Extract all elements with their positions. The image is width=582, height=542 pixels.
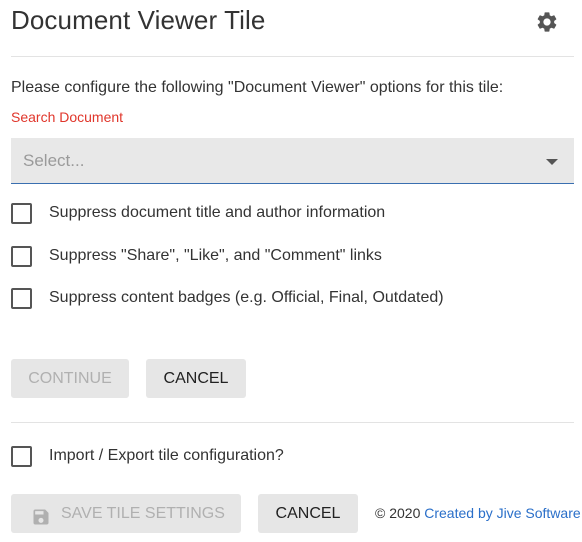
option-label: Suppress content badges (e.g. Official, … [49,289,444,306]
jive-software-link[interactable]: Created by Jive Software [424,505,580,521]
dropdown-arrow-icon[interactable] [546,159,558,165]
select-placeholder: Select... [23,151,85,170]
cancel-button[interactable]: CANCEL [146,359,246,398]
gear-icon[interactable] [535,10,559,34]
footer-credit: © 2020 Created by Jive Software [375,505,581,521]
option-suppress-social-links[interactable]: Suppress "Share", "Like", and "Comment" … [11,246,411,268]
import-export-option[interactable]: Import / Export tile configuration? [11,446,311,468]
option-suppress-content-badges[interactable]: Suppress content badges (e.g. Official, … [11,288,451,310]
section-divider [11,422,574,423]
instructions-text: Please configure the following "Document… [11,79,504,96]
import-export-label: Import / Export tile configuration? [49,447,284,464]
search-document-label: Search Document [11,109,124,125]
tile-header: Document Viewer Tile [11,0,574,57]
footer-cancel-button[interactable]: CANCEL [258,494,358,533]
save-tile-settings-button[interactable]: SAVE TILE SETTINGS [11,494,241,533]
suppress-title-author-checkbox[interactable] [11,203,32,224]
page-title: Document Viewer Tile [11,5,266,35]
option-label: Suppress "Share", "Like", and "Comment" … [49,247,382,264]
option-label: Suppress document title and author infor… [49,204,386,221]
search-document-select[interactable]: Select... [11,138,574,184]
option-suppress-title-author[interactable]: Suppress document title and author infor… [11,203,411,225]
import-export-checkbox[interactable] [11,446,32,467]
copyright-text: © 2020 [375,505,421,521]
continue-button[interactable]: CONTINUE [11,359,129,398]
suppress-social-links-checkbox[interactable] [11,246,32,267]
save-tile-settings-label: SAVE TILE SETTINGS [61,505,225,522]
floppy-disk-icon [31,503,51,525]
suppress-content-badges-checkbox[interactable] [11,288,32,309]
